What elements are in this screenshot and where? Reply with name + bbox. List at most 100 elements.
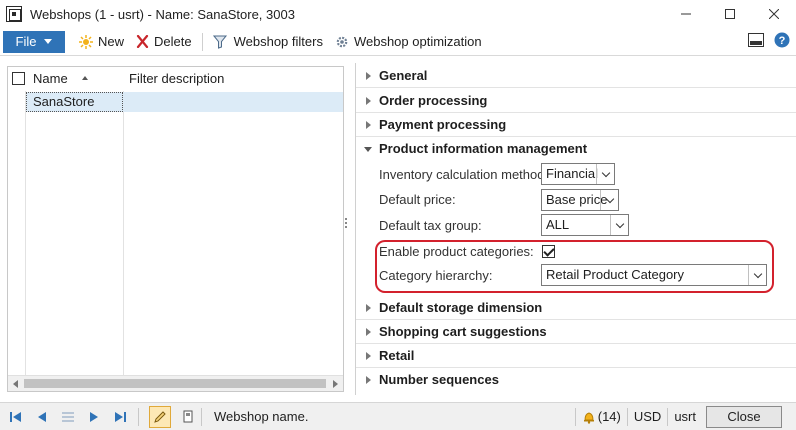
column-header-filter-description[interactable]: Filter description (129, 71, 224, 86)
fasttab-label: Order processing (379, 93, 488, 108)
fasttab-label: Payment processing (379, 117, 507, 132)
attachments-icon[interactable] (181, 410, 195, 424)
close-button[interactable]: Close (706, 405, 782, 428)
scroll-left-icon[interactable] (13, 380, 18, 388)
pane-splitter[interactable] (344, 218, 348, 232)
column-divider (25, 91, 26, 376)
chevron-down-icon[interactable] (748, 265, 766, 285)
chevron-down-icon[interactable] (600, 190, 618, 210)
collapse-arrow-icon (364, 147, 372, 152)
window-controls (664, 0, 796, 28)
layout-toggle-icon[interactable] (748, 33, 764, 47)
toolbar-right: ? (748, 32, 790, 48)
currency: USD (633, 409, 662, 424)
default-tax-group-label: Default tax group: (379, 218, 482, 233)
cell-filter-description[interactable] (124, 92, 343, 112)
status-divider (667, 407, 669, 426)
bell-icon[interactable] (582, 410, 596, 424)
pencil-icon (154, 410, 166, 423)
svg-text:?: ? (779, 35, 786, 47)
expand-arrow-icon (366, 328, 371, 336)
toolbar-divider (201, 32, 203, 51)
close-icon (769, 9, 779, 19)
scroll-right-icon[interactable] (333, 380, 338, 388)
edit-mode-button[interactable] (149, 405, 171, 428)
grid-view-icon[interactable] (62, 411, 74, 423)
cell-name[interactable]: SanaStore (26, 92, 123, 112)
maximize-button[interactable] (708, 0, 752, 28)
category-hierarchy-select[interactable]: Retail Product Category (541, 264, 767, 286)
next-record-icon[interactable] (88, 411, 100, 423)
delete-button[interactable]: Delete (130, 31, 198, 53)
fasttab-payment-processing[interactable]: Payment processing (356, 113, 796, 137)
table-row[interactable]: SanaStore (26, 92, 343, 112)
webshop-optimization-button[interactable]: Webshop optimization (329, 31, 488, 53)
webshop-optimization-label: Webshop optimization (353, 34, 482, 49)
sort-ascending-icon (82, 76, 88, 80)
horizontal-scrollbar[interactable] (8, 375, 343, 391)
enable-product-categories-checkbox[interactable] (542, 245, 555, 258)
action-pane: File New Delete Webshop filters Webshop … (0, 28, 796, 56)
minimize-button[interactable] (664, 0, 708, 28)
fasttab-order-processing[interactable]: Order processing (356, 89, 796, 113)
status-divider (626, 407, 628, 426)
fasttab-shopping-cart-suggestions[interactable]: Shopping cart suggestions (356, 320, 796, 344)
enable-product-categories-label: Enable product categories: (379, 244, 534, 259)
file-menu-button[interactable]: File (3, 30, 65, 53)
fasttab-product-information-management[interactable]: Product information management (356, 137, 796, 161)
column-header-name[interactable]: Name (33, 71, 68, 86)
gear-icon (336, 36, 348, 47)
help-icon[interactable]: ? (774, 32, 790, 48)
maximize-icon (725, 9, 735, 19)
default-tax-group-select[interactable]: ALL (541, 214, 629, 236)
webshop-filters-label: Webshop filters (233, 34, 323, 49)
webshop-grid: Name Filter description SanaStore (7, 66, 344, 392)
fasttab-number-sequences[interactable]: Number sequences (356, 368, 796, 392)
fasttab-label: Default storage dimension (379, 300, 543, 315)
chevron-down-icon[interactable] (596, 164, 614, 184)
previous-record-icon[interactable] (36, 411, 48, 423)
scroll-thumb[interactable] (24, 379, 326, 388)
status-divider (201, 407, 202, 426)
default-price-select[interactable]: Base price (541, 189, 619, 211)
title-bar: Webshops (1 - usrt) - Name: SanaStore, 3… (0, 0, 796, 28)
chevron-down-icon[interactable] (610, 215, 628, 235)
first-record-icon[interactable] (10, 411, 22, 423)
status-divider (574, 407, 576, 426)
company: usrt (674, 409, 696, 424)
fasttab-default-storage-dimension[interactable]: Default storage dimension (356, 296, 796, 320)
last-record-icon[interactable] (114, 411, 126, 423)
fasttab-label: Number sequences (379, 372, 499, 387)
expand-arrow-icon (366, 121, 371, 129)
category-hierarchy-label: Category hierarchy: (379, 268, 493, 283)
inventory-calculation-select[interactable]: Financial (541, 163, 615, 185)
chevron-down-icon (44, 39, 53, 44)
fasttab-label: Shopping cart suggestions (379, 324, 547, 339)
file-label: File (15, 34, 37, 49)
notification-count[interactable]: (14) (598, 409, 621, 424)
fasttab-label: Retail (379, 348, 415, 363)
status-bar: Webshop name. (14) USD usrt Close (0, 402, 796, 430)
new-label: New (98, 34, 125, 49)
delete-x-icon (136, 35, 149, 48)
new-star-icon (79, 34, 93, 49)
status-divider (138, 407, 139, 426)
app-icon (6, 6, 22, 22)
inventory-calculation-label: Inventory calculation method: (379, 167, 549, 182)
grid-header: Name Filter description (8, 67, 343, 91)
category-hierarchy-value: Retail Product Category (546, 267, 685, 282)
details-panel: General Order processing Payment process… (355, 63, 796, 395)
fasttab-label: Product information management (379, 141, 588, 156)
expand-arrow-icon (366, 376, 371, 384)
webshop-filters-button[interactable]: Webshop filters (207, 31, 329, 53)
fasttab-general[interactable]: General (356, 64, 796, 88)
fasttab-retail[interactable]: Retail (356, 344, 796, 368)
select-all-checkbox[interactable] (12, 72, 25, 85)
delete-label: Delete (154, 34, 192, 49)
new-button[interactable]: New (73, 31, 130, 53)
column-divider (123, 91, 124, 376)
status-text: Webshop name. (214, 409, 309, 424)
default-tax-group-value: ALL (546, 217, 570, 232)
close-window-button[interactable] (752, 0, 796, 28)
status-right: (14) USD usrt Close (569, 403, 796, 430)
